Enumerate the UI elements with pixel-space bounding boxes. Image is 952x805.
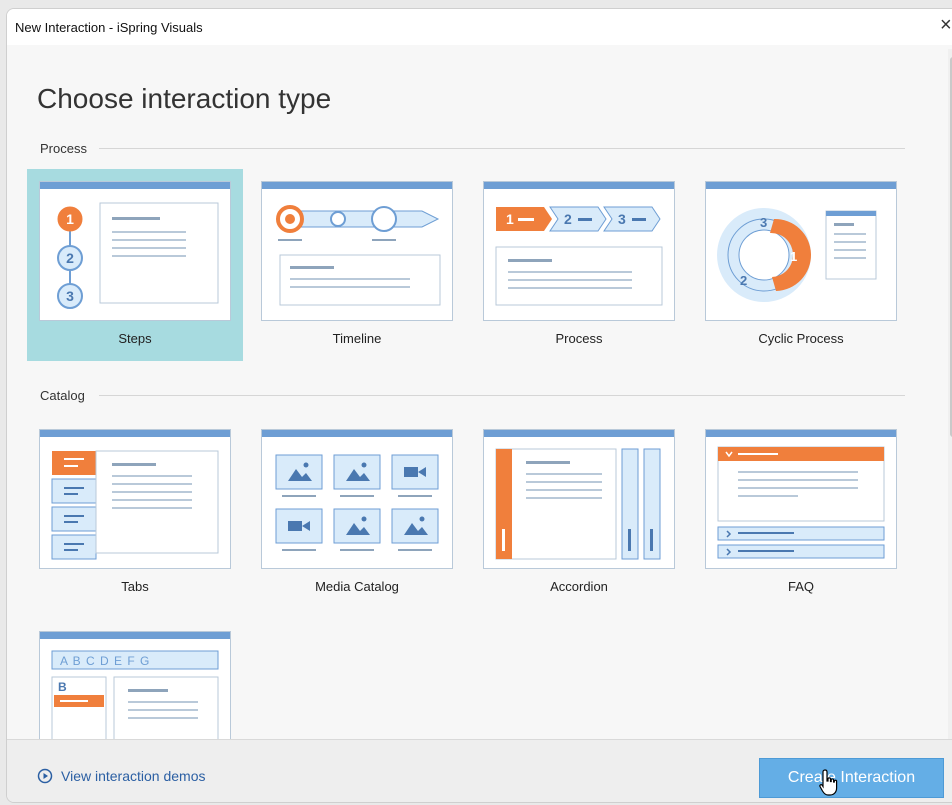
interaction-card-accordion[interactable]: Accordion bbox=[471, 417, 687, 609]
hand-cursor-icon bbox=[819, 769, 838, 796]
section-label-catalog: Catalog bbox=[40, 388, 85, 403]
step-number: 2 bbox=[66, 250, 74, 266]
card-label: Timeline bbox=[332, 331, 382, 346]
view-demos-link[interactable]: View interaction demos bbox=[37, 768, 205, 784]
process-thumbnail: 1 2 3 bbox=[483, 181, 675, 321]
interaction-card-glossary[interactable]: A B C D E F G B bbox=[27, 619, 243, 739]
section-divider bbox=[99, 148, 905, 149]
window-title: New Interaction - iSpring Visuals bbox=[15, 20, 203, 35]
step-number: 1 bbox=[66, 211, 74, 227]
accordion-preview-icon bbox=[495, 448, 661, 560]
interaction-card-timeline[interactable]: Timeline bbox=[249, 169, 465, 361]
tabs-thumbnail bbox=[39, 429, 231, 569]
interaction-card-steps[interactable]: 1 2 3 Steps bbox=[27, 169, 243, 361]
timeline-thumbnail bbox=[261, 181, 453, 321]
card-label: Cyclic Process bbox=[758, 331, 844, 346]
glossary-thumbnail: A B C D E F G B bbox=[39, 631, 231, 739]
dialog-window: New Interaction - iSpring Visuals × Choo… bbox=[6, 8, 952, 803]
vertical-scrollbar[interactable] bbox=[948, 49, 952, 739]
close-icon[interactable]: × bbox=[940, 15, 952, 35]
page-title: Choose interaction type bbox=[37, 83, 332, 114]
interaction-card-tabs[interactable]: Tabs bbox=[27, 417, 243, 609]
interaction-card-faq[interactable]: FAQ bbox=[693, 417, 909, 609]
tabs-preview-icon bbox=[51, 450, 219, 560]
view-demos-label: View interaction demos bbox=[61, 768, 206, 784]
section-label-process: Process bbox=[40, 141, 87, 156]
interaction-card-media-catalog[interactable]: Media Catalog bbox=[249, 417, 465, 609]
dialog-footer: View interaction demos Create Interactio… bbox=[7, 739, 952, 802]
card-label: Accordion bbox=[550, 579, 608, 594]
title-bar: New Interaction - iSpring Visuals × bbox=[7, 9, 952, 45]
faq-preview-icon bbox=[717, 446, 885, 559]
interaction-card-process[interactable]: 1 2 3 Process bbox=[471, 169, 687, 361]
card-label: Steps bbox=[118, 331, 152, 346]
step-number: 3 bbox=[66, 288, 74, 304]
glossary-entry-letter: B bbox=[58, 680, 67, 694]
faq-thumbnail bbox=[705, 429, 897, 569]
cycle-number: 1 bbox=[790, 249, 797, 264]
cycle-number: 3 bbox=[760, 215, 767, 230]
card-label: Process bbox=[555, 331, 603, 346]
media-catalog-thumbnail bbox=[261, 429, 453, 569]
cyclic-process-preview-icon: 3 1 2 bbox=[717, 208, 877, 302]
create-interaction-button[interactable]: Create Interaction bbox=[759, 758, 944, 798]
glossary-letters: A B C D E F G bbox=[60, 654, 150, 668]
card-label: Media Catalog bbox=[315, 579, 399, 594]
section-divider bbox=[99, 395, 905, 396]
process-step-number: 2 bbox=[564, 211, 572, 227]
timeline-preview-icon bbox=[276, 205, 441, 306]
steps-thumbnail: 1 2 3 bbox=[39, 181, 231, 321]
media-catalog-preview-icon bbox=[275, 454, 439, 551]
steps-preview-icon: 1 2 3 bbox=[57, 202, 219, 309]
interaction-card-cyclic-process[interactable]: 3 1 2 Cyclic Process bbox=[693, 169, 909, 361]
card-label: Tabs bbox=[121, 579, 149, 594]
card-label: FAQ bbox=[787, 579, 814, 594]
cycle-number: 2 bbox=[740, 273, 747, 288]
accordion-thumbnail bbox=[483, 429, 675, 569]
process-preview-icon: 1 2 3 bbox=[495, 206, 663, 306]
cyclic-process-thumbnail: 3 1 2 bbox=[705, 181, 897, 321]
play-circle-icon bbox=[37, 768, 53, 784]
glossary-preview-icon: A B C D E F G B bbox=[51, 650, 219, 739]
process-step-number: 3 bbox=[618, 211, 626, 227]
process-step-number: 1 bbox=[506, 211, 514, 227]
